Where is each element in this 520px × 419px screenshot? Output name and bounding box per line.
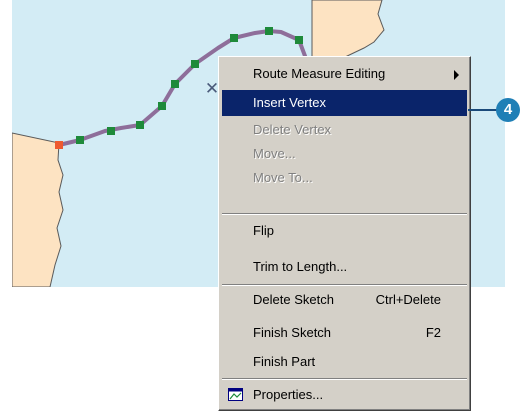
route-vertex[interactable]: [136, 121, 144, 129]
submenu-arrow-icon: [454, 70, 459, 80]
menu-item-route-measure-editing[interactable]: Route Measure Editing: [222, 61, 467, 87]
callout-line: [468, 109, 498, 111]
menu-item-label: Finish Part: [253, 354, 316, 369]
menu-item-label: Insert Vertex: [253, 95, 326, 110]
route-vertex[interactable]: [158, 102, 166, 110]
menu-item-label: Delete Sketch: [253, 292, 334, 307]
route-vertex[interactable]: [265, 27, 273, 35]
menu-separator: [222, 213, 467, 215]
route-vertex[interactable]: [295, 36, 303, 44]
menu-item-properties[interactable]: Properties...: [222, 382, 467, 408]
menu-item-delete-sketch[interactable]: Delete Sketch Ctrl+Delete: [222, 287, 467, 313]
menu-item-shortcut: Ctrl+Delete: [375, 292, 441, 307]
menu-item-move: Move...: [222, 141, 467, 167]
route-vertex[interactable]: [230, 34, 238, 42]
route-vertex[interactable]: [107, 127, 115, 135]
menu-separator: [222, 378, 467, 380]
menu-separator: [222, 284, 467, 286]
menu-item-label: Finish Sketch: [253, 325, 332, 340]
route-vertex[interactable]: [171, 80, 179, 88]
menu-item-label: Flip: [253, 223, 274, 238]
step-callout: 4: [468, 98, 520, 122]
menu-item-label: Move...: [253, 146, 296, 161]
menu-item-shortcut: F2: [425, 325, 441, 340]
menu-item-trim-to-length[interactable]: Trim to Length...: [222, 254, 467, 280]
menu-item-move-to: Move To...: [222, 165, 467, 191]
land-polygon-left: [12, 132, 64, 287]
context-menu: Route Measure Editing Insert Vertex Dele…: [218, 56, 471, 411]
callout-number-badge: 4: [496, 98, 520, 122]
menu-item-label: Properties...: [253, 387, 324, 402]
menu-item-delete-vertex: Delete Vertex: [222, 117, 467, 143]
menu-item-label: Route Measure Editing: [253, 66, 386, 81]
menu-item-finish-sketch[interactable]: Finish Sketch F2: [222, 320, 467, 346]
menu-item-label: Delete Vertex: [253, 122, 332, 137]
menu-item-insert-vertex[interactable]: Insert Vertex: [222, 90, 467, 116]
route-vertex[interactable]: [76, 136, 84, 144]
route-vertex[interactable]: [191, 60, 199, 68]
properties-icon: [228, 388, 243, 401]
menu-item-flip[interactable]: Flip: [222, 218, 467, 244]
land-polygon-top: [311, 0, 385, 59]
menu-item-label: Trim to Length...: [253, 259, 348, 274]
menu-item-label: Move To...: [253, 170, 313, 185]
menu-item-finish-part[interactable]: Finish Part: [222, 349, 467, 375]
route-start-vertex[interactable]: [55, 141, 63, 149]
